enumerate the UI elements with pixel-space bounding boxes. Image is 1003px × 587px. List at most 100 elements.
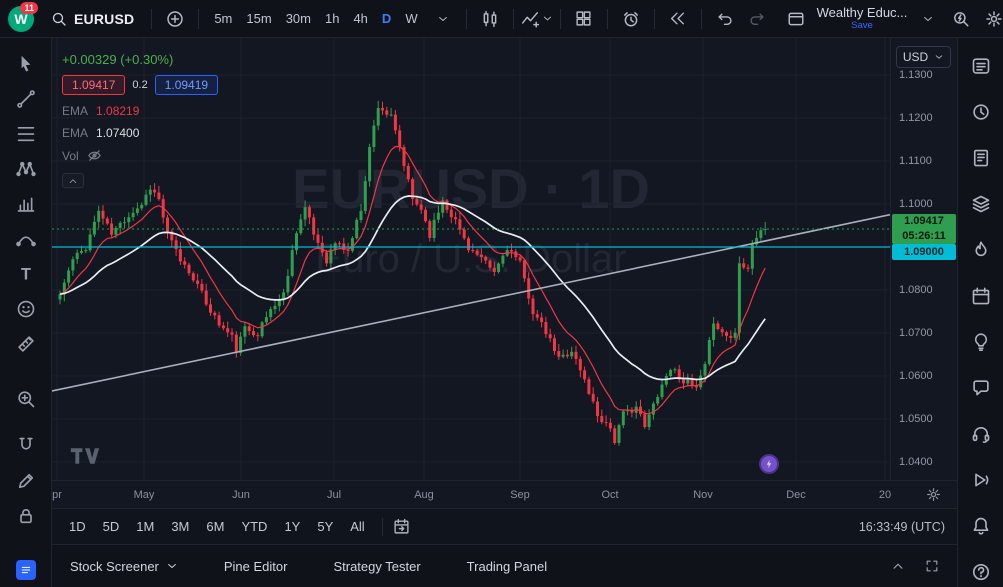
- time-axis[interactable]: prMayJunJulAugSepOctNovDec20: [52, 480, 957, 508]
- indicators-icon: [521, 10, 539, 28]
- panel-collapse-button[interactable]: [891, 559, 905, 573]
- legend-collapse-button[interactable]: [62, 173, 84, 188]
- range-bar: 1D5D1M3M6MYTD1Y5YAll 16:33:49 (UTC): [52, 508, 957, 544]
- sidebar-ideas[interactable]: [969, 330, 993, 354]
- sidebar-notifications[interactable]: [969, 514, 993, 538]
- fib-retracement-tool[interactable]: [9, 123, 43, 145]
- indicator-value: 1.07400: [96, 126, 139, 140]
- price-change: +0.00329 (+0.30%): [62, 52, 218, 67]
- xabcd-pattern-tool[interactable]: [9, 158, 43, 180]
- range-6m[interactable]: 6M: [199, 516, 231, 537]
- arc-tool[interactable]: [9, 228, 43, 250]
- bulb-icon: [971, 332, 991, 352]
- clock-icon: [971, 102, 991, 122]
- forecast-tool[interactable]: [9, 193, 43, 215]
- price-label: 1.0600: [899, 370, 933, 382]
- chart-pane[interactable]: EURUSD · 1D Euro / U.S. Dollar +0.00329 …: [52, 38, 890, 480]
- range-ytd[interactable]: YTD: [234, 516, 274, 537]
- timeframe-30m[interactable]: 30m: [280, 7, 317, 30]
- trend-line-tool[interactable]: [9, 88, 43, 110]
- emoji-icon: [16, 299, 36, 319]
- text-tool[interactable]: T: [9, 263, 43, 285]
- range-5y[interactable]: 5Y: [310, 516, 340, 537]
- lock-drawings-tool[interactable]: [9, 505, 43, 527]
- sidebar-object-tree[interactable]: [969, 192, 993, 216]
- tradingview-logo[interactable]: [68, 447, 102, 468]
- layout-grid-button[interactable]: [570, 5, 598, 33]
- zoom-tool[interactable]: [9, 388, 43, 410]
- indicators-button[interactable]: [523, 5, 551, 33]
- measure-tool[interactable]: [9, 333, 43, 355]
- layout-menu-button[interactable]: [914, 5, 942, 33]
- range-1y[interactable]: 1Y: [277, 516, 307, 537]
- text-tool-icon: T: [16, 264, 36, 284]
- bar-replay-button[interactable]: [664, 5, 692, 33]
- tab-label: Trading Panel: [467, 559, 547, 574]
- sidebar-support[interactable]: [969, 422, 993, 446]
- grid-layout-icon: [575, 10, 592, 27]
- draw-tool[interactable]: [9, 470, 43, 492]
- svg-text:T: T: [21, 266, 31, 284]
- sidebar-help[interactable]: [969, 560, 993, 584]
- lock-icon: [16, 506, 36, 526]
- timeframe-w[interactable]: W: [399, 7, 423, 30]
- utc-clock[interactable]: 16:33:49 (UTC): [859, 520, 947, 534]
- go-to-date-button[interactable]: [393, 518, 410, 535]
- top-toolbar: W 11 EURUSD 5m15m30m1h4hDW Wealthy Educ.…: [0, 0, 1003, 38]
- sidebar-calendar[interactable]: [969, 284, 993, 308]
- save-layout-button[interactable]: [782, 5, 810, 33]
- drawing-toolbar: T: [0, 38, 52, 587]
- range-all[interactable]: All: [343, 516, 371, 537]
- cursor-tool[interactable]: [9, 53, 43, 75]
- sidebar-watchlist[interactable]: [969, 54, 993, 78]
- time-label: Aug: [414, 489, 434, 501]
- chart-type-button[interactable]: [476, 5, 504, 33]
- range-1m[interactable]: 1M: [129, 516, 161, 537]
- bid-price-button[interactable]: 1.09417: [62, 75, 125, 95]
- panel-maximize-button[interactable]: [925, 559, 939, 573]
- timeframe-1h[interactable]: 1h: [319, 7, 345, 30]
- scale-settings-button[interactable]: [926, 487, 941, 502]
- sidebar-hotlists[interactable]: [969, 238, 993, 262]
- timeframe-4h[interactable]: 4h: [347, 7, 373, 30]
- doc-icon: [971, 148, 991, 168]
- lightning-icon: [763, 458, 775, 470]
- tab-trading-panel[interactable]: Trading Panel: [467, 559, 547, 574]
- timeframe-15m[interactable]: 15m: [240, 7, 277, 30]
- window-icon: [787, 10, 805, 28]
- timeframe-menu-button[interactable]: [429, 5, 457, 33]
- currency-select[interactable]: USD: [896, 46, 951, 68]
- settings-button[interactable]: [980, 5, 1003, 33]
- price-label: 1.0400: [899, 456, 933, 468]
- drawings-panel-button[interactable]: [16, 560, 36, 580]
- tab-strategy-tester[interactable]: Strategy Tester: [333, 559, 420, 574]
- timeframe-d[interactable]: D: [376, 7, 397, 30]
- redo-button[interactable]: [744, 5, 772, 33]
- eye-hidden-icon[interactable]: [87, 148, 102, 163]
- ask-price-button[interactable]: 1.09419: [155, 75, 218, 95]
- sidebar-streams[interactable]: [969, 468, 993, 492]
- tab-stock-screener[interactable]: Stock Screener: [70, 559, 178, 574]
- event-marker[interactable]: [759, 454, 779, 474]
- forecast-icon: [16, 194, 36, 214]
- quick-search-button[interactable]: [947, 5, 975, 33]
- sidebar-chat[interactable]: [969, 376, 993, 400]
- compare-add-button[interactable]: [161, 5, 189, 33]
- symbol-search-button[interactable]: EURUSD: [43, 5, 142, 33]
- range-5d[interactable]: 5D: [96, 516, 127, 537]
- chevron-down-icon: [166, 560, 178, 572]
- range-3m[interactable]: 3M: [164, 516, 196, 537]
- sidebar-news[interactable]: [969, 146, 993, 170]
- sidebar-alerts[interactable]: [969, 100, 993, 124]
- timeframe-5m[interactable]: 5m: [208, 7, 238, 30]
- range-1d[interactable]: 1D: [62, 516, 93, 537]
- alert-button[interactable]: [617, 5, 645, 33]
- undo-button[interactable]: [711, 5, 739, 33]
- price-scale[interactable]: USD 1.13001.12001.11001.10001.08001.0700…: [890, 38, 957, 480]
- home-logo[interactable]: W 11: [8, 4, 34, 34]
- tab-pine-editor[interactable]: Pine Editor: [224, 559, 288, 574]
- time-label: Jun: [232, 489, 250, 501]
- magnet-tool[interactable]: [9, 435, 43, 457]
- emoji-tool[interactable]: [9, 298, 43, 320]
- layout-name-block[interactable]: Wealthy Educ... Save: [815, 6, 910, 32]
